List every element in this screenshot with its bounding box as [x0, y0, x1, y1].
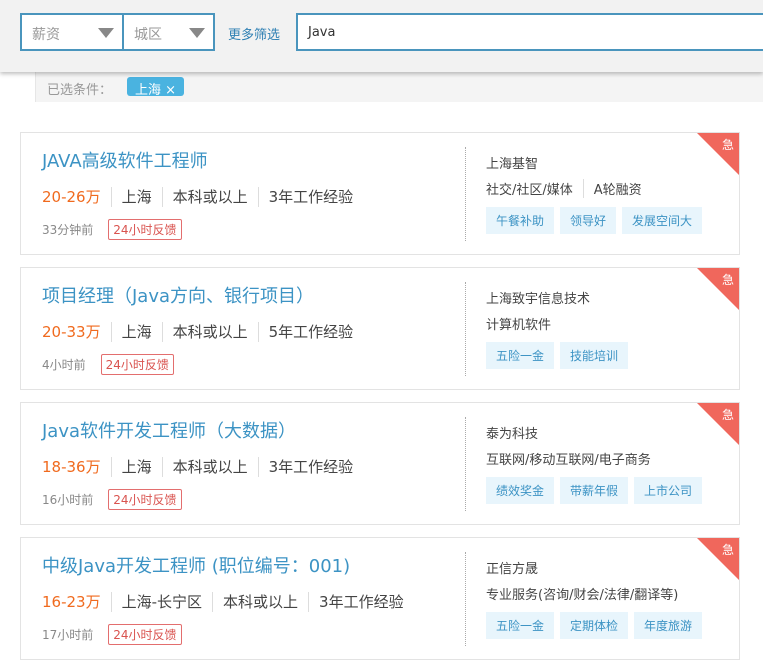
urgent-label: 急	[721, 138, 734, 152]
benefit-tag: 上市公司	[634, 477, 703, 504]
industry-item: 计算机软件	[486, 318, 552, 333]
divider	[465, 552, 466, 646]
benefit-tag: 领导好	[560, 207, 617, 234]
benefit-tag: 发展空间大	[622, 207, 703, 234]
salary-select-label: 薪资	[32, 27, 60, 43]
benefit-tags: 五险一金 定期体检 年度旅游	[486, 612, 703, 639]
benefit-tags: 绩效奖金 带薪年假 上市公司	[486, 477, 703, 504]
benefit-tag: 定期体检	[560, 612, 629, 639]
company-link[interactable]: 正信方晟	[486, 558, 538, 577]
company-industry: 专业服务(咨询/财会/法律/翻译等)	[486, 584, 678, 603]
company-link[interactable]: 泰为科技	[486, 423, 538, 442]
company-industry: 互联网/移动互联网/电子商务	[486, 449, 651, 468]
benefit-tag: 带薪年假	[560, 477, 629, 504]
city: 上海	[110, 457, 162, 477]
posted-time: 4小时前	[42, 358, 86, 372]
salary-select[interactable]: 薪资	[20, 13, 124, 51]
industry-item: 社交/社区/媒体	[486, 183, 573, 198]
chevron-down-icon	[189, 28, 205, 38]
industry-item: 专业服务(咨询/财会/法律/翻译等)	[486, 588, 679, 603]
posted-time: 17小时前	[42, 628, 94, 642]
benefit-tag: 绩效奖金	[486, 477, 555, 504]
salary: 16-23万	[42, 593, 101, 611]
experience: 3年工作经验	[257, 457, 364, 477]
city: 上海	[110, 322, 162, 342]
company-industry: 社交/社区/媒体 A轮融资	[486, 179, 642, 198]
benefit-tag: 午餐补助	[486, 207, 555, 234]
job-info: 16-23万 上海-长宁区 本科或以上 3年工作经验	[42, 592, 414, 612]
job-card[interactable]: JAVA高级软件工程师 20-26万 上海 本科或以上 3年工作经验 33分钟前…	[20, 132, 740, 255]
job-card[interactable]: Java软件开发工程师（大数据） 18-36万 上海 本科或以上 3年工作经验 …	[20, 402, 740, 525]
search-input[interactable]: Java	[296, 13, 763, 51]
selected-filters-label: 已选条件：	[47, 83, 113, 98]
experience: 5年工作经验	[257, 322, 364, 342]
experience: 3年工作经验	[257, 187, 364, 207]
benefit-tag: 五险一金	[486, 342, 555, 369]
job-meta: 33分钟前 24小时反馈	[42, 219, 182, 240]
benefit-tags: 午餐补助 领导好 发展空间大	[486, 207, 703, 234]
feedback-badge: 24小时反馈	[100, 354, 174, 375]
job-meta: 16小时前 24小时反馈	[42, 489, 182, 510]
salary: 18-36万	[42, 458, 101, 476]
more-filters-link[interactable]: 更多筛选	[228, 24, 280, 43]
benefit-tag: 技能培训	[560, 342, 629, 369]
experience: 3年工作经验	[308, 592, 414, 612]
chevron-down-icon	[98, 28, 114, 38]
urgent-label: 急	[721, 543, 734, 557]
selected-filters: 已选条件： 上海 ×	[35, 72, 763, 102]
job-card[interactable]: 中级Java开发工程师 (职位编号：001) 16-23万 上海-长宁区 本科或…	[20, 537, 740, 660]
company-industry: 计算机软件	[486, 314, 551, 333]
posted-time: 33分钟前	[42, 223, 94, 237]
job-card[interactable]: 项目经理（Java方向、银行项目） 20-33万 上海 本科或以上 5年工作经验…	[20, 267, 740, 390]
posted-time: 16小时前	[42, 493, 94, 507]
divider	[465, 282, 466, 376]
benefit-tag: 年度旅游	[634, 612, 703, 639]
education: 本科或以上	[161, 187, 258, 207]
job-title-link[interactable]: 中级Java开发工程师 (职位编号：001)	[42, 552, 350, 578]
job-title-link[interactable]: 项目经理（Java方向、银行项目）	[42, 282, 314, 308]
divider	[465, 417, 466, 511]
job-title-link[interactable]: Java软件开发工程师（大数据）	[42, 417, 296, 443]
industry-item: 互联网/移动互联网/电子商务	[486, 453, 651, 468]
feedback-badge: 24小时反馈	[108, 489, 182, 510]
district-select-label: 城区	[134, 27, 162, 43]
education: 本科或以上	[161, 457, 258, 477]
job-meta: 17小时前 24小时反馈	[42, 624, 182, 645]
job-info: 20-26万 上海 本科或以上 3年工作经验	[42, 187, 363, 207]
urgent-label: 急	[721, 408, 734, 422]
benefit-tag: 五险一金	[486, 612, 555, 639]
education: 本科或以上	[212, 592, 308, 612]
company-link[interactable]: 上海基智	[486, 153, 538, 172]
feedback-badge: 24小时反馈	[108, 219, 182, 240]
job-info: 20-33万 上海 本科或以上 5年工作经验	[42, 322, 363, 342]
industry-item: A轮融资	[582, 179, 642, 198]
benefit-tags: 五险一金 技能培训	[486, 342, 629, 369]
feedback-badge: 24小时反馈	[108, 624, 182, 645]
company-link[interactable]: 上海致宇信息技术	[486, 288, 590, 307]
city: 上海	[110, 187, 162, 207]
divider	[465, 147, 466, 241]
job-meta: 4小时前 24小时反馈	[42, 354, 174, 375]
salary: 20-33万	[42, 323, 101, 341]
job-info: 18-36万 上海 本科或以上 3年工作经验	[42, 457, 363, 477]
job-title-link[interactable]: JAVA高级软件工程师	[42, 147, 208, 173]
city: 上海-长宁区	[110, 592, 212, 612]
urgent-label: 急	[721, 273, 734, 287]
filter-chip-shanghai[interactable]: 上海 ×	[127, 77, 185, 98]
district-select[interactable]: 城区	[122, 13, 215, 51]
education: 本科或以上	[161, 322, 258, 342]
filter-bar: 薪资 城区 更多筛选 Java	[0, 0, 763, 72]
salary: 20-26万	[42, 188, 101, 206]
